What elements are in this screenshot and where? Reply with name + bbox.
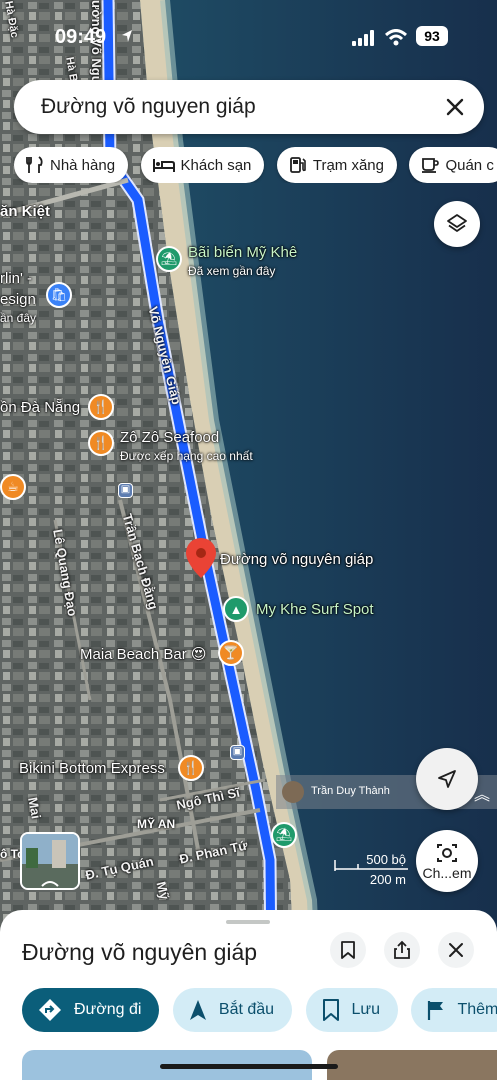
rlin-sub: ần đây xyxy=(0,311,37,325)
directions-label: Đường đi xyxy=(74,1001,142,1018)
share-button[interactable] xyxy=(384,932,420,968)
navigation-icon xyxy=(189,1000,206,1020)
place-actions: Đường đi Bắt đầu Lưu Thêm xyxy=(22,988,497,1032)
surf-spot-pin[interactable]: ▲ xyxy=(223,596,249,622)
shop-pin[interactable]: 🛍 xyxy=(46,282,72,308)
close-icon[interactable] xyxy=(440,92,470,122)
place-sheet[interactable]: Đường võ nguyên giáp Đường đi Bắt đầu Lư… xyxy=(0,910,497,1080)
start-button[interactable]: Bắt đầu xyxy=(172,988,293,1032)
beach-pin[interactable]: ⛱ xyxy=(156,246,182,272)
scale-bottom: 200 m xyxy=(369,872,406,887)
da-nang-label: ồn Đà Nẵng xyxy=(0,399,81,416)
bikini-label[interactable]: Bikini Bottom Express xyxy=(19,760,165,777)
sheet-drag-handle[interactable] xyxy=(226,920,270,924)
my-location-button[interactable] xyxy=(416,748,478,810)
search-bar[interactable]: Đường võ nguyen giáp xyxy=(14,80,484,134)
save-button[interactable]: Lưu xyxy=(305,988,399,1032)
van-kiet-label: ăn Kiệt xyxy=(0,203,51,220)
directions-icon xyxy=(39,999,61,1021)
bikini-pin[interactable]: 🍴 xyxy=(178,755,204,781)
close-icon xyxy=(449,943,463,957)
flag-icon xyxy=(428,1001,444,1020)
navigation-arrow-icon xyxy=(438,770,456,788)
esign-label: esign xyxy=(0,291,36,308)
gas-pump-icon xyxy=(289,157,306,173)
bar-pin[interactable]: 🍸 xyxy=(218,640,244,666)
home-indicator xyxy=(160,1064,338,1069)
area-my-an: MỸ AN xyxy=(137,817,176,831)
location-arrow-icon xyxy=(122,30,132,42)
layers-button[interactable] xyxy=(434,201,480,247)
status-bar: 09:49 93 xyxy=(0,24,497,52)
zo-zo-pin[interactable]: 🍴 xyxy=(88,430,114,456)
cafe-pin[interactable]: ☕ xyxy=(0,474,26,500)
bookmark-icon xyxy=(322,999,339,1021)
save-label: Lưu xyxy=(351,1001,381,1018)
camera-icon xyxy=(437,843,457,862)
map-scale: 500 bộ 200 m xyxy=(334,852,409,887)
wifi-icon xyxy=(385,29,407,46)
credit-name: Trần Duy Thành xyxy=(311,785,390,797)
share-icon xyxy=(394,940,410,959)
chip-restaurants[interactable]: Nhà hàng xyxy=(14,147,129,183)
chip-hotels[interactable]: Khách sạn xyxy=(140,147,265,183)
street-view-preview xyxy=(22,834,78,888)
layers-icon xyxy=(447,214,467,232)
status-time: 09:49 xyxy=(55,26,107,48)
coffee-cup-icon xyxy=(422,158,440,173)
rlin-label: rlin' - xyxy=(0,270,33,287)
beach-sub: Đã xem gần đây xyxy=(188,264,276,278)
beach-label[interactable]: Bãi biển Mỹ Khê xyxy=(188,244,297,261)
search-input[interactable]: Đường võ nguyen giáp xyxy=(41,95,256,119)
category-chips: Nhà hàng Khách sạn Trạm xăng Quán c xyxy=(14,147,497,183)
cellular-signal-icon xyxy=(352,30,374,46)
place-title: Đường võ nguyên giáp xyxy=(22,939,258,965)
more-label: Thêm xyxy=(457,1001,497,1018)
battery-indicator: 93 xyxy=(416,26,448,46)
chip-label: Quán c xyxy=(445,156,494,174)
chip-cafes[interactable]: Quán c xyxy=(409,147,497,183)
zo-zo-sub: Được xếp hạng cao nhất xyxy=(120,449,253,463)
more-button[interactable]: Thêm xyxy=(411,988,497,1032)
surf-spot-label[interactable]: My Khe Surf Spot xyxy=(256,601,374,618)
bookmark-button[interactable] xyxy=(330,932,366,968)
scale-bar xyxy=(334,860,408,871)
screenshot-button-label: Ch...em xyxy=(422,864,472,881)
bed-icon xyxy=(152,159,175,172)
bus-stop-icon-2[interactable]: ▣ xyxy=(230,745,245,760)
chip-gas-stations[interactable]: Trạm xăng xyxy=(276,147,397,183)
beach-pin-2[interactable]: ⛱ xyxy=(271,822,297,848)
start-label: Bắt đầu xyxy=(218,1001,275,1018)
chip-label: Trạm xăng xyxy=(312,156,384,174)
credit-avatar xyxy=(282,781,304,803)
restaurant-pin-da-nang[interactable]: 🍴 xyxy=(88,394,114,420)
close-sheet-button[interactable] xyxy=(438,932,474,968)
street-view-thumbnail[interactable] xyxy=(20,832,80,890)
photo-2[interactable] xyxy=(327,1050,497,1080)
zo-zo-label[interactable]: Zô Zô Seafood xyxy=(120,429,219,446)
bookmark-icon xyxy=(341,941,355,959)
selected-place-label[interactable]: Đường võ nguyên giáp xyxy=(220,551,373,568)
fork-knife-icon xyxy=(26,156,43,173)
selected-location-pin-icon[interactable] xyxy=(186,538,216,578)
bus-stop-icon[interactable]: ▣ xyxy=(118,483,133,498)
maia-label[interactable]: Maia Beach Bar 😍 xyxy=(80,645,207,663)
screenshot-search-button[interactable]: Ch...em xyxy=(416,830,478,892)
directions-button[interactable]: Đường đi xyxy=(22,988,160,1032)
chip-label: Khách sạn xyxy=(180,156,252,174)
chip-label: Nhà hàng xyxy=(50,156,116,174)
